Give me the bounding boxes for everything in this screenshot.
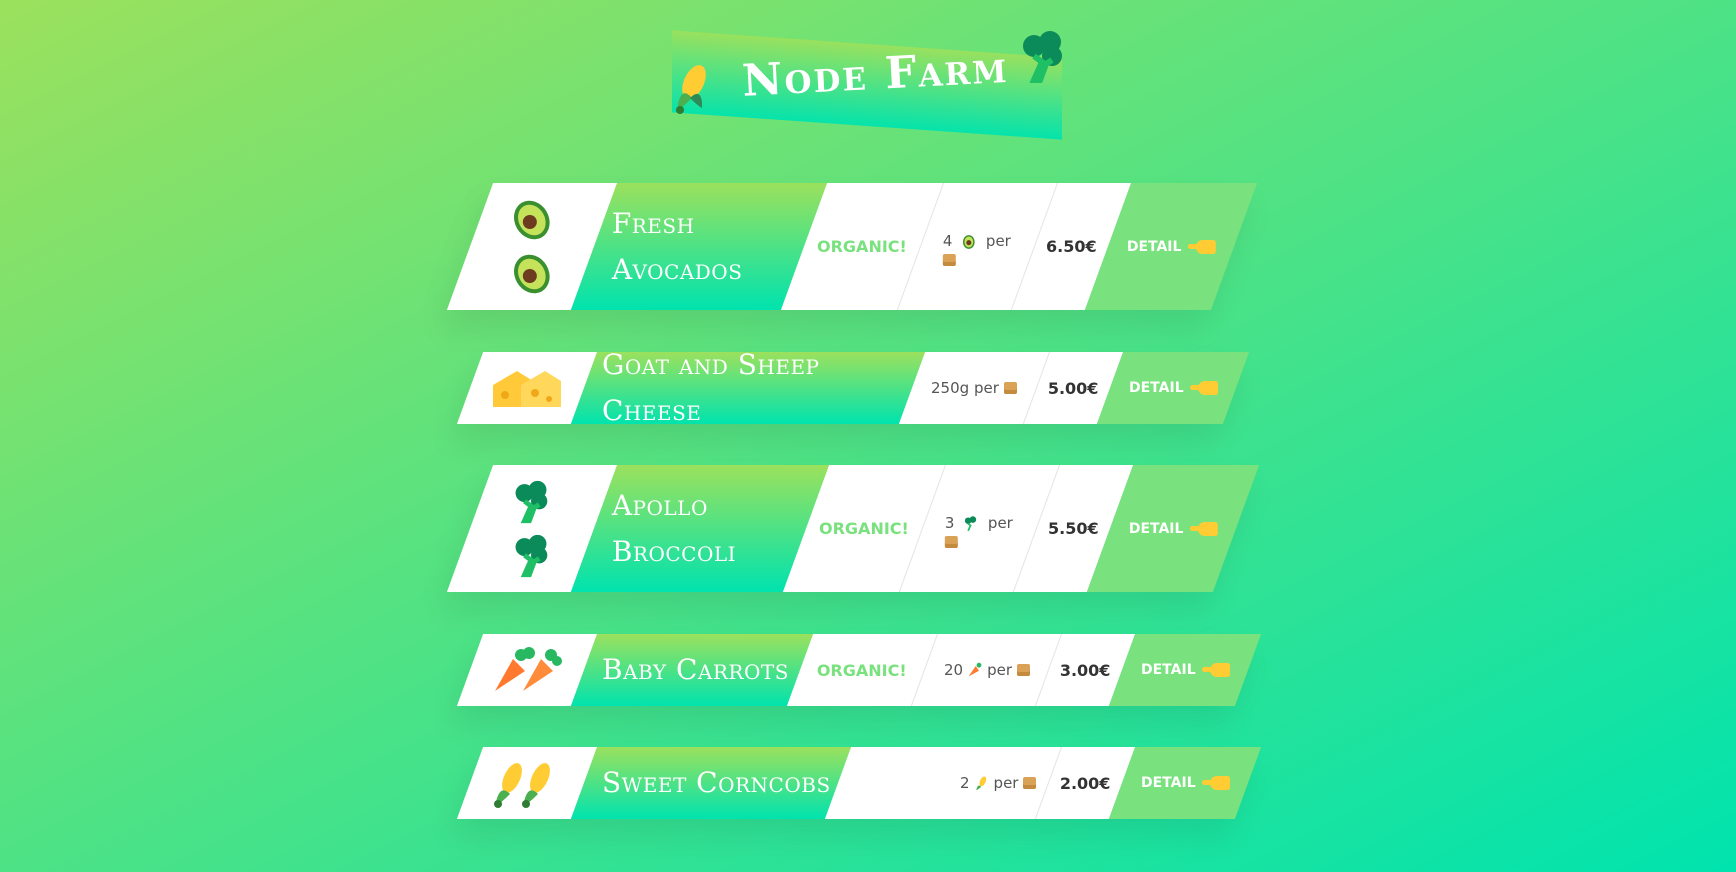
cheese-icon — [493, 371, 561, 407]
site-header: Node Farm — [672, 30, 1062, 140]
product-name[interactable]: Avocados — [612, 247, 743, 293]
organic-label: ORGANIC! — [819, 519, 909, 538]
product-name[interactable]: Broccoli — [612, 529, 736, 575]
detail-label[interactable]: DETAIL — [1129, 380, 1184, 396]
detail-button[interactable]: DETAIL — [1108, 747, 1262, 819]
organic-label: ORGANIC! — [817, 237, 907, 256]
pointing-hand-icon — [1209, 776, 1230, 790]
quantity-unit: per — [986, 231, 1012, 250]
pointing-hand-icon — [1197, 381, 1218, 395]
quantity-unit: per — [986, 661, 1012, 679]
quantity-value: 250g — [931, 379, 970, 397]
broccoli-icon — [515, 480, 548, 523]
product-card[interactable]: Fresh Avocados ORGANIC! 4 per 6.50€ DETA… — [446, 183, 1258, 310]
corn-icon — [494, 763, 550, 808]
product-name[interactable]: Fresh — [612, 201, 695, 247]
package-icon — [1003, 382, 1017, 394]
product-name[interactable]: Goat and Sheep Cheese — [602, 342, 912, 434]
package-icon — [1023, 777, 1036, 789]
product-name-cell[interactable]: Sweet Corncobs — [570, 747, 852, 819]
detail-label[interactable]: DETAIL — [1129, 521, 1184, 537]
quantity-unit: per — [974, 379, 1000, 397]
broccoli-icon — [515, 534, 548, 577]
quantity-value: 3 — [945, 513, 956, 532]
product-price: 5.50€ — [1048, 519, 1099, 538]
package-icon — [943, 253, 957, 266]
package-icon — [945, 535, 959, 548]
product-price: 3.00€ — [1060, 660, 1111, 680]
quantity-value: 20 — [943, 661, 963, 679]
product-price: 6.50€ — [1046, 237, 1097, 256]
product-name[interactable]: Apollo — [612, 483, 708, 529]
product-price: 5.00€ — [1048, 378, 1099, 398]
pointing-hand-icon — [1209, 663, 1230, 677]
package-icon — [1016, 664, 1030, 676]
product-name-cell[interactable]: Goat and Sheep Cheese — [570, 348, 926, 427]
quantity-unit: per — [988, 513, 1014, 532]
avocado-icon — [514, 200, 550, 239]
organic-label: ORGANIC! — [817, 660, 907, 680]
carrot-icon — [495, 647, 562, 691]
product-card[interactable]: Baby Carrots ORGANIC! 20 per 3.00€ DETAI… — [456, 634, 1262, 706]
product-name[interactable]: Baby Carrots — [602, 647, 789, 693]
product-card[interactable]: Goat and Sheep Cheese 250g per 5.00€ DET… — [456, 348, 1250, 427]
detail-label[interactable]: DETAIL — [1141, 662, 1196, 678]
quantity-value: 2 — [959, 774, 970, 792]
avocado-icon — [514, 254, 550, 293]
detail-label[interactable]: DETAIL — [1141, 775, 1196, 791]
pointing-hand-icon — [1195, 239, 1216, 254]
detail-button[interactable]: DETAIL — [1096, 352, 1250, 424]
detail-label[interactable]: DETAIL — [1127, 239, 1182, 255]
product-card[interactable]: Sweet Corncobs 2 per 2.00€ DETAIL — [456, 747, 1262, 819]
corn-icon — [672, 60, 712, 120]
detail-button[interactable]: DETAIL — [1108, 634, 1262, 706]
broccoli-icon — [1020, 30, 1066, 88]
product-name-cell[interactable]: Baby Carrots — [570, 634, 814, 706]
product-price: 2.00€ — [1060, 773, 1111, 793]
broccoli-icon — [965, 515, 978, 531]
quantity-unit: per — [993, 774, 1019, 792]
pointing-hand-icon — [1197, 521, 1218, 536]
avocado-icon — [963, 234, 976, 248]
corn-icon — [975, 776, 986, 791]
quantity-value: 4 — [943, 231, 954, 250]
carrot-icon — [968, 662, 982, 677]
product-card[interactable]: Apollo Broccoli ORGANIC! 3 per 5.50€ DET… — [446, 465, 1260, 592]
product-name[interactable]: Sweet Corncobs — [602, 760, 831, 806]
quantity-cell: 2 per — [824, 747, 1062, 819]
